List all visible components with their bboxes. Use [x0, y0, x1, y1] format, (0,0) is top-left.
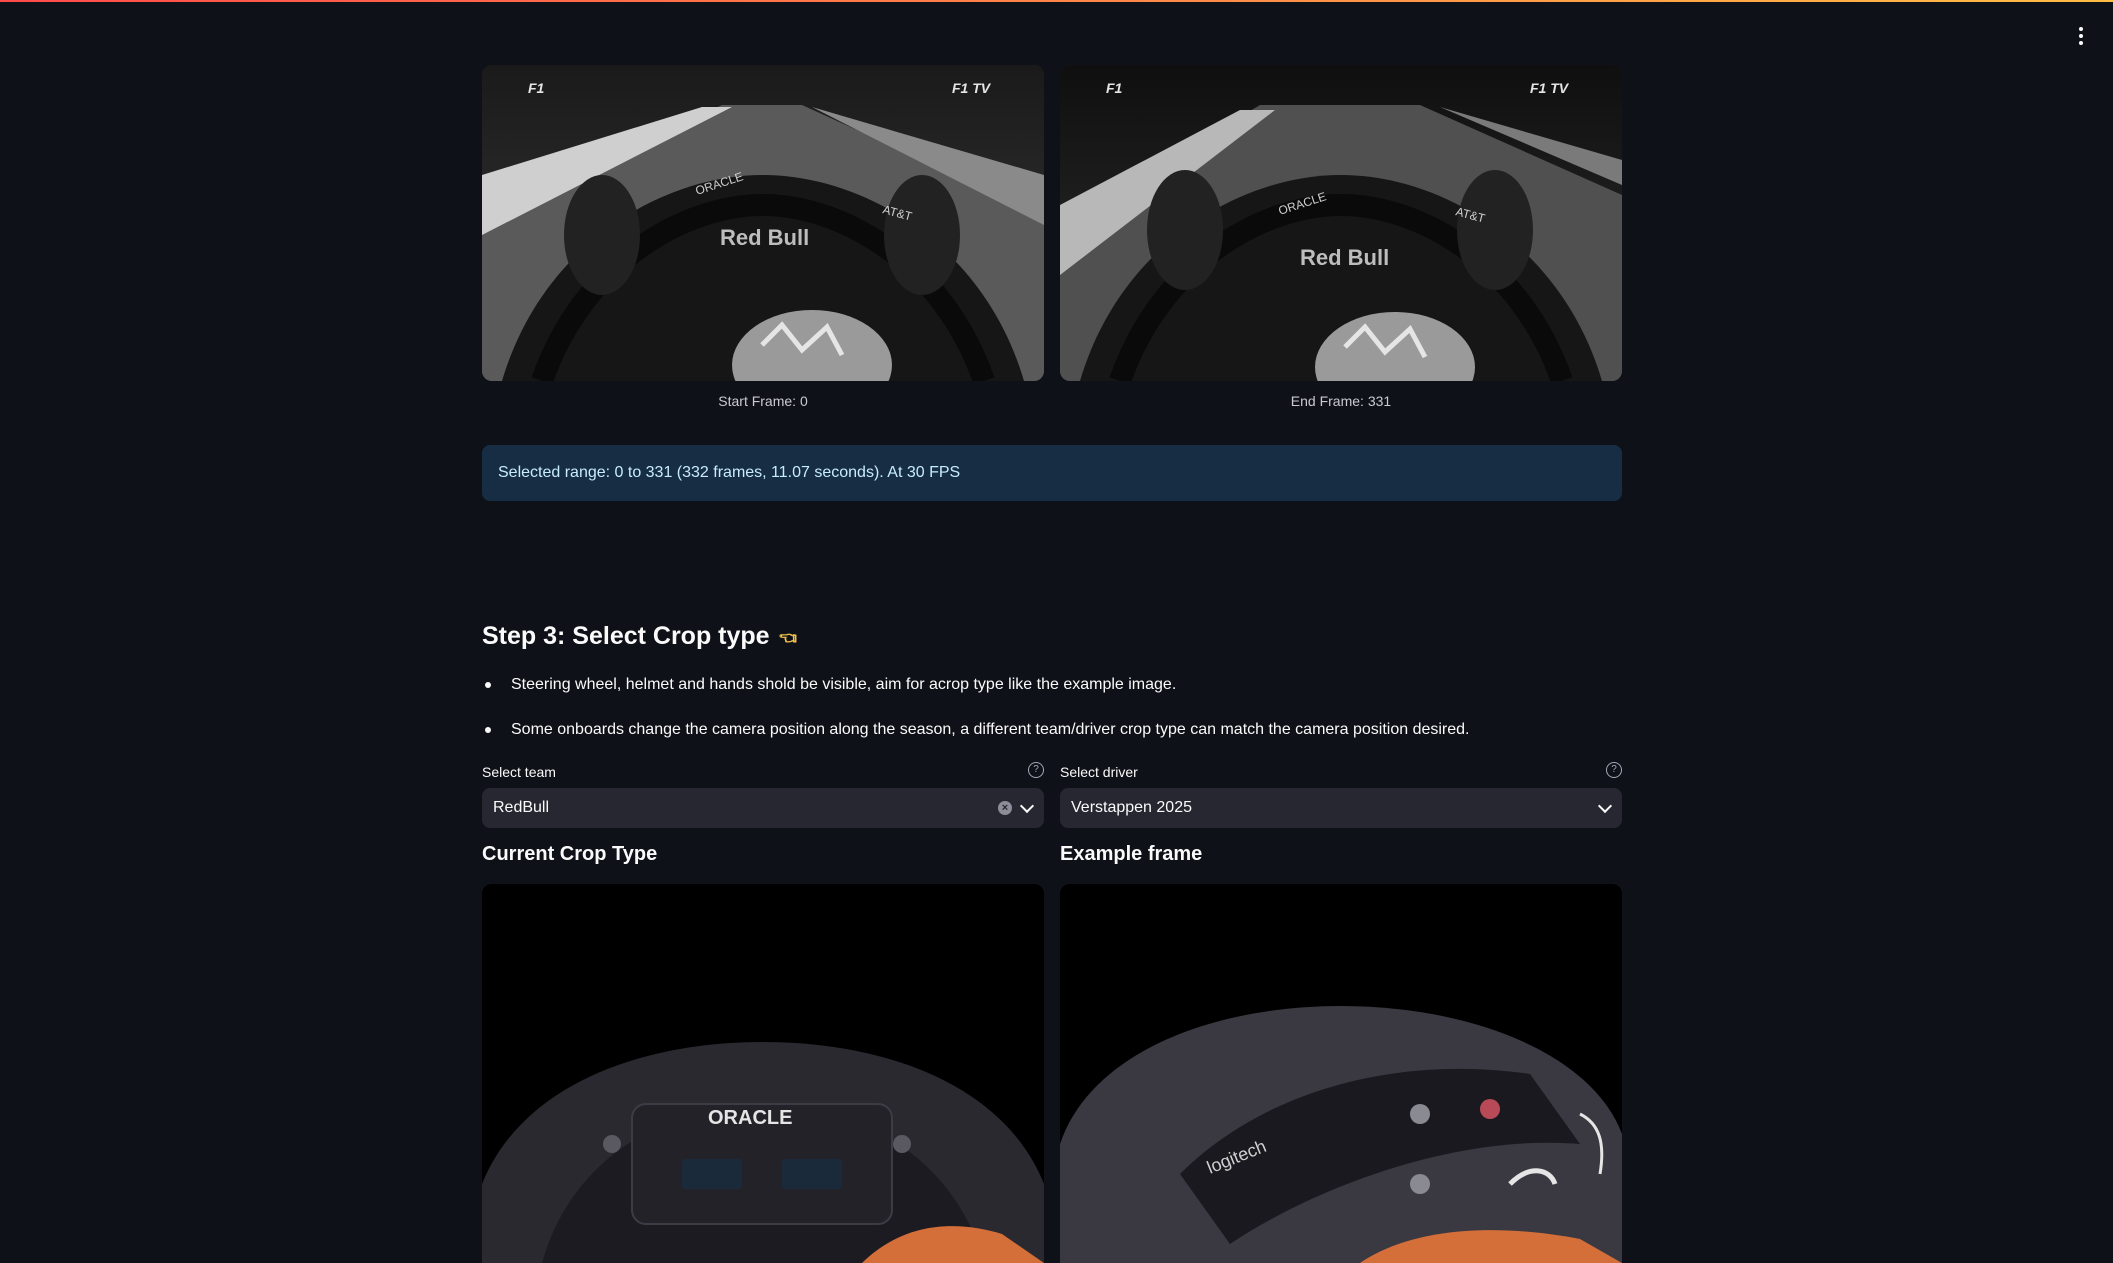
list-item: Steering wheel, helmet and hands shold b… — [482, 672, 1622, 717]
dot — [2079, 27, 2083, 31]
help-icon[interactable]: ? — [1606, 762, 1622, 778]
end-frame-caption: End Frame: 331 — [1290, 393, 1392, 409]
selected-range-text: Selected range: 0 to 331 (332 frames, 11… — [498, 464, 961, 481]
dot — [2079, 41, 2083, 45]
team-select[interactable]: RedBull × — [482, 788, 1044, 828]
clear-icon[interactable]: × — [998, 801, 1012, 815]
example-frame-title: Example frame — [1060, 843, 1203, 865]
team-select-label: Select team — [482, 764, 556, 780]
driver-select-field: Select driver ? Verstappen 2025 — [1060, 762, 1622, 828]
dot — [2079, 34, 2083, 38]
current-crop-title: Current Crop Type — [482, 843, 658, 865]
driver-select[interactable]: Verstappen 2025 — [1060, 788, 1622, 828]
end-frame-image: Red Bull ORACLE AT&T F1 F1 TV — [1060, 65, 1622, 381]
pointing-hand-icon: 👈︎ — [779, 622, 798, 650]
f1tv-logo-right: F1 TV — [1530, 80, 1570, 96]
step3-instructions: Steering wheel, helmet and hands shold b… — [482, 672, 1622, 762]
svg-text:Red Bull: Red Bull — [1300, 245, 1389, 270]
start-frame-panel: Red Bull ORACLE AT&T F1 F1 TV Start Fram… — [482, 65, 1044, 409]
chevron-down-icon[interactable] — [1019, 798, 1035, 813]
chevron-down-icon[interactable] — [1597, 798, 1613, 813]
step3-heading: Step 3: Select Crop type 👈︎ — [482, 622, 797, 651]
f1-logo-left: F1 — [1106, 80, 1123, 96]
example-frame-image: logitech — [1060, 884, 1622, 1263]
crop-brand-text: ORACLE — [708, 1107, 792, 1129]
step3-title: Step 3: Select Crop type — [482, 622, 770, 650]
selected-range-alert: Selected range: 0 to 331 (332 frames, 11… — [482, 445, 1622, 501]
driver-select-label: Select driver — [1060, 764, 1138, 780]
main-menu-button[interactable] — [2071, 24, 2091, 48]
start-frame-caption: Start Frame: 0 — [718, 393, 808, 409]
driver-select-value: Verstappen 2025 — [1071, 799, 1192, 816]
team-select-value: RedBull — [493, 799, 550, 816]
f1tv-logo-right: F1 TV — [952, 80, 992, 96]
f1-logo-left: F1 — [528, 80, 545, 96]
current-crop-image: ORACLE — [482, 884, 1044, 1263]
team-select-field: Select team ? RedBull × — [482, 762, 1044, 828]
list-item: Some onboards change the camera position… — [482, 717, 1622, 762]
start-frame-image: Red Bull ORACLE AT&T F1 F1 TV — [482, 65, 1044, 381]
help-icon[interactable]: ? — [1028, 762, 1044, 778]
top-decoration-bar — [0, 0, 2113, 2]
end-frame-panel: Red Bull ORACLE AT&T F1 F1 TV End Frame:… — [1060, 65, 1622, 409]
svg-text:Red Bull: Red Bull — [720, 225, 809, 250]
